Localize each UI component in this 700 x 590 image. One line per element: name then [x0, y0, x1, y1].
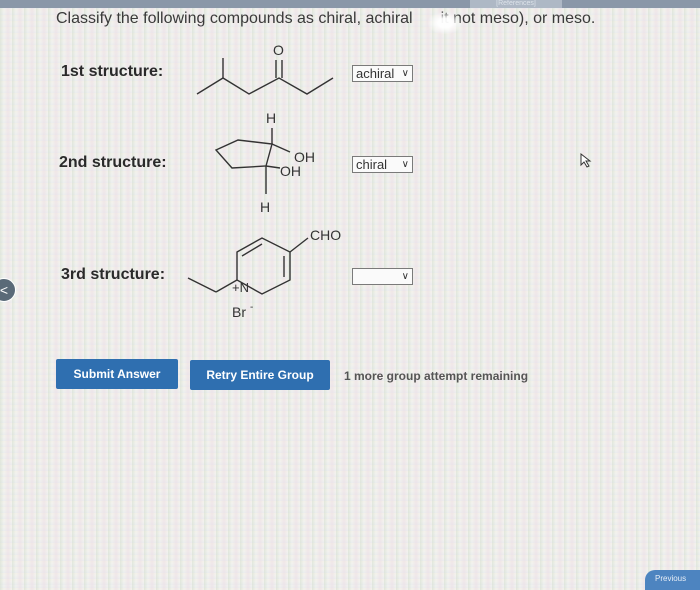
bromide-ion: Br — [232, 304, 246, 320]
submit-answer-button[interactable]: Submit Answer — [56, 359, 178, 389]
structure-1-drawing: O — [193, 40, 338, 107]
attempts-remaining-text: 1 more group attempt remaining — [344, 369, 529, 383]
question-text-part2: it not meso), or meso. — [440, 10, 596, 27]
mouse-cursor-icon — [579, 152, 595, 173]
chevron-down-icon: ∨ — [401, 271, 409, 282]
structure-3-drawing: CHO +N Br - — [182, 222, 357, 335]
hydroxyl-2: OH — [280, 163, 301, 179]
references-tab[interactable]: [References] — [470, 0, 562, 8]
structure-3-select[interactable]: ∨ — [352, 268, 413, 285]
question-text: Classify the following compounds as chir… — [56, 10, 595, 28]
top-bar: [References] — [0, 0, 700, 8]
oxygen-atom-1: O — [273, 42, 284, 58]
pyridinium-nitrogen: +N — [232, 280, 249, 295]
structure-1-select[interactable]: achiral ∨ — [352, 65, 413, 82]
structure-2-select[interactable]: chiral ∨ — [352, 156, 413, 173]
previous-button[interactable]: Previous — [645, 570, 700, 590]
previous-arrow-icon[interactable]: < — [0, 278, 16, 302]
structure-3-label: 3rd structure: — [61, 266, 166, 283]
structure-2-drawing: H OH OH H — [210, 108, 325, 221]
structure-1-label: 1st structure: — [61, 63, 164, 80]
hydrogen-top: H — [266, 110, 276, 126]
chevron-down-icon: ∨ — [401, 68, 409, 79]
structure-2-label: 2nd structure: — [59, 154, 167, 171]
hydrogen-bottom: H — [260, 199, 270, 215]
screen-glare — [428, 12, 462, 34]
structure-1-select-value: achiral — [356, 66, 395, 81]
question-text-part1: Classify the following compounds as chir… — [56, 10, 413, 27]
aldehyde-group: CHO — [310, 227, 341, 243]
chevron-down-icon: ∨ — [401, 159, 409, 170]
structure-2-select-value: chiral — [356, 157, 388, 172]
retry-group-button[interactable]: Retry Entire Group — [190, 360, 330, 390]
bromide-charge: - — [250, 302, 253, 313]
